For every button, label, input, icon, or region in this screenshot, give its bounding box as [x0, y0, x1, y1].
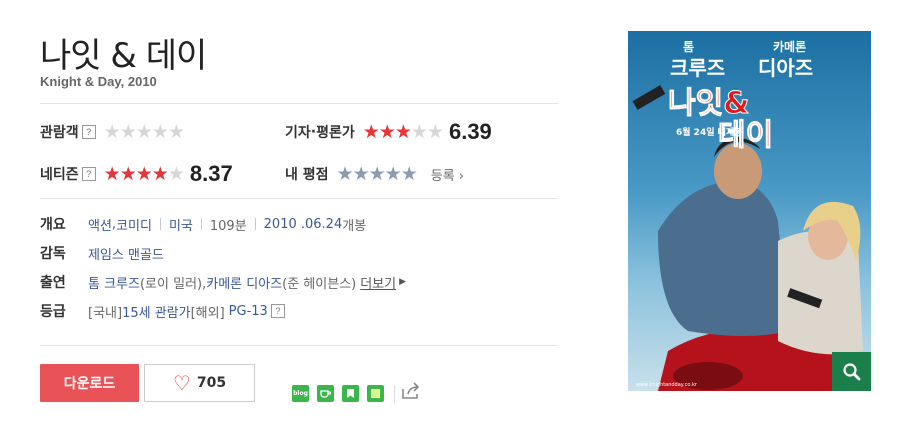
audience-stars: ★ ★ ★ ★ ★ [103, 121, 185, 143]
critics-label-a: 기자 [285, 125, 311, 141]
star-icon: ★ [167, 163, 185, 185]
actor-role: (준 헤이븐스) [282, 276, 357, 292]
runtime: 109분 [209, 218, 247, 234]
movie-poster[interactable]: 톰 카메론 크루즈 디아즈 나잇& 데이 6월 24일 대개봉 www.knig… [628, 31, 871, 391]
director-link[interactable]: 제임스 맨골드 [88, 244, 164, 263]
svg-text:나잇&: 나잇& [668, 86, 749, 121]
download-button[interactable]: 다운로드 [40, 364, 139, 402]
actor-role: (로이 밀러), [139, 276, 207, 292]
netizen-stars: ★ ★ ★ ★ ★ [103, 163, 185, 185]
like-button[interactable]: ♡ 705 [144, 364, 255, 402]
critics-label-b: 평론가 [316, 125, 355, 141]
star-icon: ★ [135, 163, 153, 185]
grade-help-icon[interactable]: ? [270, 304, 285, 318]
svg-text:톰: 톰 [683, 39, 694, 54]
my-rating-stars[interactable]: ★ ★ ★ ★ ★ [337, 164, 418, 184]
overview-row: 개요 액션, 코미디 미국 109분 2010 .06.24 개봉 [40, 214, 366, 234]
divider-bottom [40, 345, 558, 346]
bookmark-icon[interactable] [342, 385, 359, 402]
star-icon: ★ [151, 121, 169, 143]
grade-label: 등급 [40, 304, 66, 320]
share-icon[interactable] [401, 382, 421, 405]
cafe-icon[interactable] [317, 385, 334, 402]
divider [394, 384, 395, 403]
star-icon: ★ [119, 163, 137, 185]
divider [254, 218, 256, 230]
star-icon: ★ [167, 121, 185, 143]
divider-top [40, 103, 558, 104]
actor-link[interactable]: 톰 크루즈 [88, 273, 140, 292]
netizen-score: 8.37 [189, 161, 233, 186]
release-suffix: 개봉 [342, 218, 367, 234]
star-icon: ★ [426, 121, 444, 143]
divider [200, 218, 202, 230]
svg-text:6월 24일 대개봉: 6월 24일 대개봉 [676, 126, 742, 138]
memo-icon[interactable] [367, 385, 384, 402]
overview-label: 개요 [40, 217, 66, 233]
audience-label: 관람객 [40, 125, 79, 141]
star-icon: ★ [151, 163, 169, 185]
cast-row: 출연 톰 크루즈 (로이 밀러), 카메론 디아즈 (준 헤이븐스) 더보기 ▶ [40, 272, 406, 292]
zoom-poster-button[interactable] [832, 352, 871, 391]
svg-text:디아즈: 디아즈 [758, 56, 813, 80]
triangle-right-icon: ▶ [399, 277, 407, 287]
actor-link[interactable]: 카메론 디아즈 [206, 273, 282, 292]
critics-score: 6.39 [448, 119, 492, 144]
grade-overseas-prefix: [해외] [190, 305, 225, 321]
chevron-right-icon: › [454, 168, 465, 184]
star-icon: ★ [378, 121, 396, 143]
critics-stars: ★ ★ ★ ★ ★ [362, 121, 444, 143]
genre-comedy-link[interactable]: 코미디 [116, 215, 152, 234]
star-icon: ★ [410, 121, 428, 143]
netizen-rating: 네티즌 ? ★ ★ ★ ★ ★ 8.37 [40, 161, 233, 186]
country-link[interactable]: 미국 [169, 215, 193, 234]
movie-original-title-year: Knight & Day, 2010 [40, 74, 157, 89]
star-icon[interactable]: ★ [369, 164, 386, 184]
star-icon[interactable]: ★ [401, 164, 418, 184]
director-row: 감독 제임스 맨골드 [40, 243, 164, 263]
grade-overseas-link[interactable]: PG-13 [229, 304, 268, 319]
share-bar: blog [292, 382, 421, 405]
my-rating-label: 내 평점 [285, 167, 329, 183]
star-icon: ★ [394, 121, 412, 143]
star-icon: ★ [103, 121, 121, 143]
star-icon: ★ [119, 121, 137, 143]
svg-text:www.knightandday.co.kr: www.knightandday.co.kr [636, 382, 698, 388]
more-cast-link[interactable]: 더보기 [360, 273, 396, 292]
heart-icon: ♡ [172, 371, 191, 395]
svg-text:카메론: 카메론 [773, 39, 806, 54]
grade-row: 등급 [국내] 15세 관람가 [해외] PG-13 ? [40, 301, 285, 321]
my-rating: 내 평점 ★ ★ ★ ★ ★ 등록 › [285, 162, 464, 186]
svg-text:크루즈: 크루즈 [670, 56, 725, 80]
release-date-link[interactable]: 2010 .06.24 [264, 217, 343, 232]
netizen-label: 네티즌 [40, 167, 79, 183]
register-rating-link[interactable]: 등록 › [431, 165, 464, 184]
grade-domestic-link[interactable]: 15세 관람가 [122, 302, 191, 321]
star-icon: ★ [135, 121, 153, 143]
register-label: 등록 [430, 168, 455, 184]
divider [159, 218, 161, 230]
blog-icon[interactable]: blog [292, 385, 309, 402]
star-icon: ★ [362, 121, 380, 143]
star-icon[interactable]: ★ [353, 164, 370, 184]
audience-rating: 관람객 ? ★ ★ ★ ★ ★ [40, 120, 185, 144]
netizen-help-icon[interactable]: ? [81, 167, 96, 181]
critics-rating: 기자 · 평론가 ★ ★ ★ ★ ★ 6.39 [285, 119, 492, 144]
star-icon: ★ [103, 163, 121, 185]
star-icon[interactable]: ★ [337, 164, 354, 184]
audience-help-icon[interactable]: ? [81, 125, 96, 139]
like-count: 705 [196, 375, 227, 391]
genre-action-link[interactable]: 액션 [88, 215, 112, 234]
divider-middle [40, 198, 558, 199]
grade-domestic-prefix: [국내] [88, 305, 123, 321]
cast-label: 출연 [40, 275, 66, 291]
movie-title: 나잇 & 데이 [40, 36, 207, 76]
poster-image: 톰 카메론 크루즈 디아즈 나잇& 데이 6월 24일 대개봉 www.knig… [628, 31, 871, 391]
star-icon[interactable]: ★ [385, 164, 402, 184]
director-label: 감독 [40, 246, 66, 262]
search-icon [842, 362, 860, 380]
